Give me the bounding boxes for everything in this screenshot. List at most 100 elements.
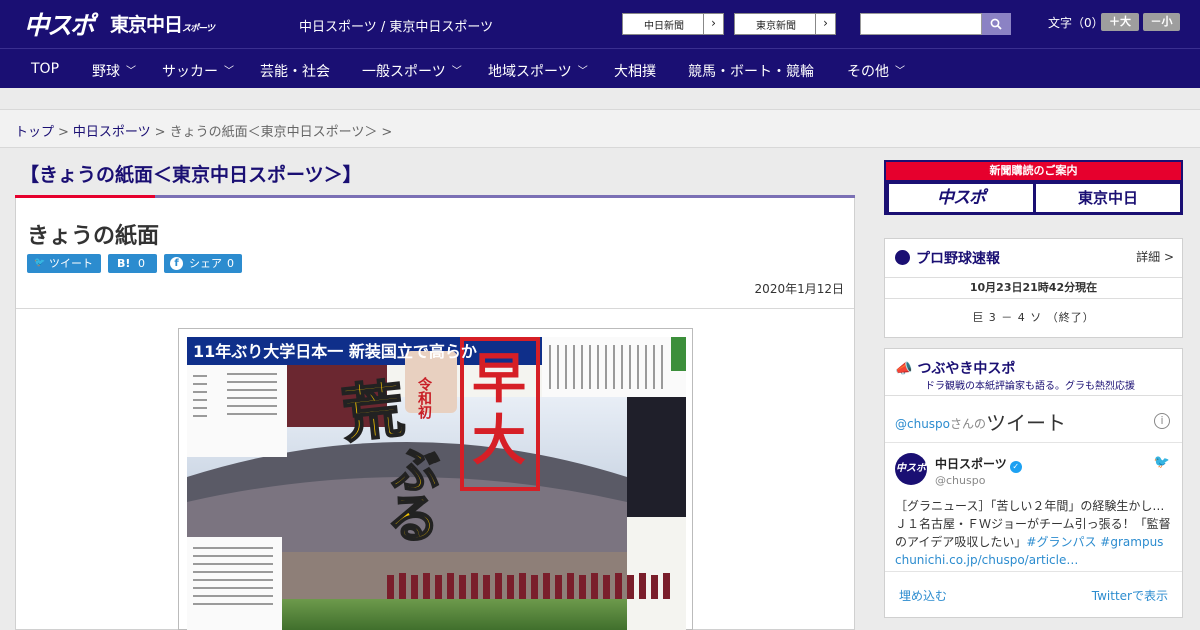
nav-label: 野球 (92, 64, 120, 80)
chevron-down-icon: ﹀ (126, 66, 136, 77)
baseball-title: プロ野球速報 (895, 248, 1000, 268)
svg-text:大: 大 (472, 409, 526, 472)
chevron-right-icon: › (815, 14, 835, 34)
embed-link[interactable]: 埋め込む (899, 587, 947, 604)
megaphone-icon: 📣 (895, 361, 913, 377)
hatena-bookmark-button[interactable]: B! 0 (108, 254, 157, 273)
chevron-down-icon: ﹀ (577, 66, 588, 77)
search-icon (990, 18, 1002, 30)
tweet-author-handle[interactable]: @chuspo (935, 474, 985, 487)
breadcrumb: トップ > 中日スポーツ > きょうの紙面＜東京中日スポーツ＞ > (15, 121, 396, 140)
info-icon[interactable]: i (1154, 413, 1170, 429)
handle-suffix: さんの (950, 417, 987, 431)
svg-text:11年ぶり大学日本一 新装国立で高らか: 11年ぶり大学日本一 新装国立で高らか (193, 342, 477, 361)
breadcrumb-separator: > (154, 125, 166, 140)
breadcrumb-separator: > (381, 125, 393, 140)
nav-item-entertainment[interactable]: 芸能・社会 (260, 61, 330, 81)
baseball-update-time: 10月23日21時42分現在 (885, 277, 1182, 299)
nav-label: 芸能・社会 (260, 64, 330, 80)
baseball-icon (895, 250, 910, 265)
chuspo-logo[interactable]: 中スポ (24, 6, 95, 42)
tweets-title: 📣 つぶやき中スポ (895, 358, 1015, 378)
tweets-subtitle: ドラ観戦の本紙評論家も語る。グラも熱烈応援 (925, 381, 1135, 392)
tokyo-shimbun-button[interactable]: 東京新聞 › (734, 13, 836, 35)
svg-text:荒: 荒 (339, 372, 408, 451)
tweet-share-button[interactable]: 🐦 ツイート (27, 254, 101, 273)
nav-item-baseball[interactable]: 野球 ﹀ (92, 61, 136, 81)
facebook-icon: f (170, 257, 183, 270)
nav-item-other[interactable]: その他 ﹀ (847, 61, 905, 81)
nav-label: TOP (31, 61, 60, 77)
nav-label: 大相撲 (614, 64, 656, 80)
baseball-scores-widget: プロ野球速報 詳細 > 10月23日21時42分現在 巨 3 － 4 ソ （終了… (884, 238, 1183, 338)
nav-label: 地域スポーツ (488, 64, 572, 80)
breadcrumb-separator: > (58, 125, 69, 140)
article-date: 2020年1月12日 (754, 282, 844, 296)
svg-text:早: 早 (472, 347, 526, 410)
nav-label: サッカー (162, 64, 218, 80)
tokyo-shimbun-label: 東京新聞 (756, 21, 796, 32)
search-button[interactable] (982, 13, 1011, 35)
newspaper-image-frame[interactable]: 11年ぶり大学日本一 新装国立で高らか 令和初 早 大 荒 ぶ る (178, 328, 693, 630)
site-links[interactable]: 中日スポーツ / 東京中日スポーツ (299, 16, 493, 35)
tweets-header: @chuspoさんのツイート (895, 407, 1066, 436)
twitter-bird-icon[interactable]: 🐦 (1154, 455, 1170, 470)
tokyo-logo-text: 東京中日 (110, 14, 183, 36)
chevron-right-icon: › (703, 14, 723, 34)
divider (885, 442, 1182, 443)
breadcrumb-current: きょうの紙面＜東京中日スポーツ＞ (169, 125, 378, 140)
font-size-label: 文字（0） (1048, 16, 1104, 30)
tweets-footer: 埋め込む Twitterで表示 (885, 571, 1182, 617)
baseball-score[interactable]: 巨 3 － 4 ソ （終了） (885, 309, 1182, 325)
nav-item-keiba[interactable]: 競馬・ボート・競輪 (688, 61, 814, 81)
card-divider (16, 308, 854, 309)
baseball-detail-link[interactable]: 詳細 > (1136, 248, 1174, 265)
top-header: 中スポ 東京中日スポーツ 中日スポーツ / 東京中日スポーツ 中日新聞 › 東京… (0, 0, 1200, 48)
article-title: きょうの紙面 (27, 224, 160, 249)
nav-item-general-sports[interactable]: 一般スポーツ ﹀ (362, 61, 462, 81)
nav-item-soccer[interactable]: サッカー ﹀ (162, 61, 234, 81)
subscribe-tokyo-button[interactable]: 東京中日 (1036, 184, 1180, 212)
tokyo-chunichi-logo[interactable]: 東京中日スポーツ (110, 10, 215, 37)
breadcrumb-top[interactable]: トップ (15, 125, 54, 140)
article-card: きょうの紙面 🐦 ツイート B! 0 f シェア 0 2020年1月12日 11… (15, 198, 855, 630)
hashtag-grampus[interactable]: #grampus (1100, 535, 1163, 549)
svg-text:る: る (387, 490, 439, 550)
spacer-band (0, 88, 1200, 110)
chevron-down-icon: ﹀ (895, 66, 905, 77)
nav-label: 競馬・ボート・競輪 (688, 64, 814, 80)
tweet-share-label: ツイート (49, 257, 93, 270)
author-name-text: 中日スポーツ (935, 457, 1007, 471)
breadcrumb-bar: トップ > 中日スポーツ > きょうの紙面＜東京中日スポーツ＞ > (0, 110, 1200, 148)
subscription-title: 新聞購読のご案内 (886, 162, 1181, 180)
hashtag-grampus-ja[interactable]: #グランパス (1026, 535, 1096, 549)
facebook-share-label: シェア (189, 257, 222, 270)
search-input[interactable] (860, 13, 982, 35)
hatena-icon: B! (117, 257, 131, 270)
tokyo-logo-small: スポーツ (182, 24, 215, 34)
avatar[interactable]: 中スポ (895, 453, 927, 485)
twitter-bird-icon: 🐦 (34, 258, 46, 268)
main-nav: TOP 野球 ﹀ サッカー ﹀ 芸能・社会 一般スポーツ ﹀ 地域スポーツ ﹀ 大相撲 … (0, 48, 1200, 88)
breadcrumb-chunichi-sports[interactable]: 中日スポーツ (73, 125, 151, 140)
nav-item-top[interactable]: TOP (31, 61, 59, 77)
baseball-title-text: プロ野球速報 (916, 251, 1000, 267)
hatena-count: 0 (138, 257, 145, 270)
facebook-share-button[interactable]: f シェア 0 (164, 254, 242, 273)
tweet-article-link[interactable]: chunichi.co.jp/chuspo/article… (895, 553, 1078, 567)
subscribe-chuspo-button[interactable]: 中スポ (889, 184, 1033, 212)
font-larger-button[interactable]: ＋大 (1101, 13, 1139, 31)
nav-item-regional-sports[interactable]: 地域スポーツ ﹀ (488, 61, 588, 81)
nav-label: その他 (847, 64, 889, 80)
tweet-body: ［グラニュース］「苦しい２年間」の経験生かし…Ｊ１名古屋・ＦＷジョーがチーム引っ… (895, 497, 1175, 569)
verified-icon: ✓ (1009, 461, 1022, 473)
view-on-twitter-link[interactable]: Twitterで表示 (1092, 587, 1168, 604)
nav-item-sumo[interactable]: 大相撲 (614, 61, 656, 81)
chunichi-shimbun-button[interactable]: 中日新聞 › (622, 13, 724, 35)
tweets-title-text: つぶやき中スポ (917, 361, 1016, 377)
tweet-author-name[interactable]: 中日スポーツ ✓ (935, 455, 1022, 473)
nav-label: 一般スポーツ (362, 64, 446, 80)
font-smaller-button[interactable]: －小 (1143, 13, 1180, 31)
svg-text:令和初: 令和初 (416, 376, 433, 420)
chuspo-handle-link[interactable]: @chuspo (895, 417, 950, 431)
